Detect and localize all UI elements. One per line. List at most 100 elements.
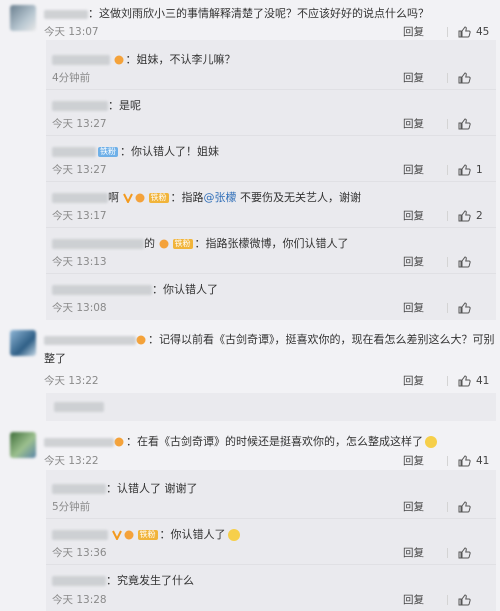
comment-1-actions: 回复 45 [403,24,494,39]
divider [46,89,496,90]
mention-link[interactable]: @张檬 [204,191,237,204]
reply-button[interactable]: 回复 [403,116,445,131]
thumbs-up-icon [458,255,471,267]
like-count: 1 [476,163,483,176]
vip-icon [124,530,133,540]
reply-blurred [54,402,104,412]
reply-button[interactable]: 回复 [403,592,445,607]
reply-time: 今天 13:28 [52,594,107,606]
like-button[interactable]: 41 [458,455,494,467]
crying-emoji-icon [425,436,437,448]
avatar[interactable] [10,330,36,356]
username-blurred[interactable] [44,437,114,447]
reply-text: 姐妹，不认李儿嘛？ [136,53,236,66]
reply-line: 铁粉 ：你认错人了 [52,526,240,542]
divider [447,547,448,558]
reply-actions: 回复 [403,499,494,514]
comment-2-actions: 回复 41 [403,373,494,388]
like-button[interactable] [458,117,494,130]
reply-button[interactable]: 回复 [403,453,445,468]
thumbs-up-icon [458,209,471,221]
username-blurred[interactable] [52,55,110,65]
reply-text: 不要伤及无关艺人，谢谢 [236,191,361,204]
comment-3-time: 今天 13:22 [44,455,99,467]
username-blurred[interactable] [52,147,96,157]
comment-1-time: 今天 13:07 [44,26,99,38]
username-suffix: 啊 [108,191,119,204]
username-blurred[interactable] [44,335,136,345]
reply-actions: 回复 1 [403,162,494,177]
username-blurred[interactable] [52,530,108,540]
reply-line: 啊 铁粉 ：指路@张檬 不要伤及无关艺人，谢谢 [52,189,361,205]
reply-time: 今天 13:08 [52,302,107,314]
reply-text-prefix: 指路 [181,191,204,204]
reply-time: 今天 13:13 [52,256,107,268]
like-count: 2 [476,209,483,222]
username-blurred[interactable] [52,239,144,249]
divider [447,256,448,267]
reply-text: 指路张檬微博，你们认错人了 [205,237,349,250]
username-blurred[interactable] [52,576,106,586]
comment-2-text-line: ：记得以前看《古剑奇谭》，挺喜欢你的，现在看怎么差别这么大？可别 [44,331,495,347]
reply-line: ：究竟发生了什么 [52,572,194,588]
divider [447,164,448,175]
reply-button[interactable]: 回复 [403,70,445,85]
like-button[interactable] [458,546,494,559]
reply-button[interactable]: 回复 [403,208,445,223]
reply-actions: 回复 [403,592,494,607]
like-count: 45 [476,25,490,38]
reply-actions: 回复 [403,70,494,85]
username-blurred[interactable] [52,285,152,295]
reply-button[interactable]: 回复 [403,499,445,514]
reply-line: 铁粉 ：你认错人了！姐妹 [52,143,219,159]
reply-text: 你认错人了 [163,283,218,296]
like-button[interactable] [458,71,494,84]
comment-1-text-line: ：这做刘雨欣小三的事情解释清楚了没呢？不应该好好的说点什么吗？ [44,5,429,21]
reply-button[interactable]: 回复 [403,254,445,269]
like-button[interactable] [458,500,494,513]
like-button[interactable]: 41 [458,375,494,387]
thumbs-up-icon [458,500,471,512]
like-button[interactable]: 1 [458,164,494,176]
divider [46,227,496,228]
reply-button[interactable]: 回复 [403,300,445,315]
verified-v-icon [122,193,133,203]
avatar[interactable] [10,432,36,458]
username-blurred[interactable] [52,484,106,494]
reply-button[interactable]: 回复 [403,373,445,388]
reply-actions: 回复 [403,545,494,560]
reply-time: 今天 13:27 [52,164,107,176]
reply-button[interactable]: 回复 [403,162,445,177]
divider [447,72,448,83]
reply-actions: 回复 [403,116,494,131]
reply-time: 4分钟前 [52,72,91,84]
reply-actions: 回复 [403,300,494,315]
username-blurred[interactable] [44,9,88,19]
like-button[interactable]: 45 [458,26,494,38]
fan-badge: 铁粉 [137,530,158,540]
smile-emoji-icon [227,529,240,541]
comment-3-actions: 回复 41 [403,453,494,468]
divider [447,26,448,37]
username-blurred[interactable] [52,101,108,111]
reply-time: 5分钟前 [52,501,91,513]
comment-3-text-line: ：在看《古剑奇谭》的时候还是挺喜欢你的，怎么整成这样了 [44,433,437,449]
reply-text: 究竟发生了什么 [117,574,194,587]
divider [46,135,496,136]
like-button[interactable]: 2 [458,210,494,222]
reply-button[interactable]: 回复 [403,545,445,560]
fan-badge: 铁粉 [172,239,193,249]
avatar[interactable] [10,5,36,31]
like-button[interactable] [458,593,494,606]
like-button[interactable] [458,255,494,268]
reply-text: 是呢 [119,99,141,112]
like-button[interactable] [458,301,494,314]
divider [46,518,496,519]
thumbs-up-icon [458,117,471,129]
reply-button[interactable]: 回复 [403,24,445,39]
thumbs-up-icon [458,454,471,466]
username-blurred[interactable] [52,193,108,203]
comment-2-text: 记得以前看《古剑奇谭》，挺喜欢你的，现在看怎么差别这么大？可别 [159,333,495,346]
thumbs-up-icon [458,301,471,313]
thumbs-up-icon [458,593,471,605]
